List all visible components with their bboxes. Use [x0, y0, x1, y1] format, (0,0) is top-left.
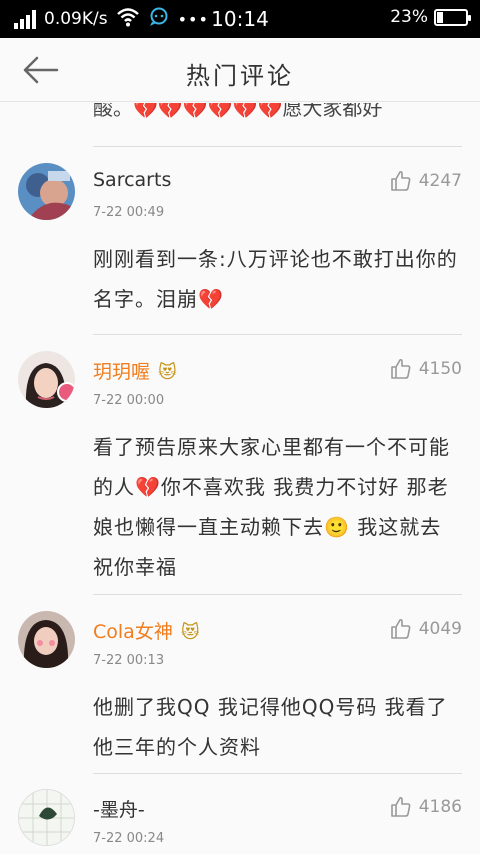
thumbs-up-icon	[390, 170, 411, 191]
commenter-name[interactable]: -墨舟-	[93, 795, 145, 822]
comment-text: 刚刚看到一条:八万评论也不敢打出你的名字。泪崩💔	[93, 247, 458, 311]
comment-text: 看了预告原来大家心里都有一个不可能的人💔你不喜欢我 我费力不讨好 那老娘也懒得一…	[93, 435, 450, 579]
previous-comment-text: 酸。💔💔💔💔💔💔愿大家都好	[93, 103, 383, 120]
thumbs-up-icon	[390, 796, 411, 817]
comment-item[interactable]: 玥玥喔 😻 7-22 00:00 4150 看了预告原来大家心里都有一个不可能的人…	[0, 335, 480, 595]
comment-list[interactable]: 酸。💔💔💔💔💔💔愿大家都好 Sarcarts 7-22 00:49 4247 刚…	[0, 103, 480, 854]
page-title: 热门评论	[186, 62, 294, 90]
like-count: 4186	[418, 797, 462, 817]
comment-item[interactable]: -墨舟- 7-22 00:24 4186	[0, 773, 480, 854]
avatar[interactable]	[18, 351, 75, 408]
like-count: 4150	[418, 359, 462, 379]
like-button[interactable]: 4247	[389, 169, 462, 193]
commenter-name[interactable]: Cola女神 😻	[93, 617, 200, 644]
battery-percent: 23%	[390, 7, 428, 27]
commenter-name[interactable]: 玥玥喔 😻	[93, 357, 177, 384]
comment-item[interactable]: Cola女神 😻 7-22 00:13 4049 他删了我QQ 我记得他QQ号码 …	[0, 595, 480, 775]
thumbs-up-icon	[390, 358, 411, 379]
comment-time: 7-22 00:49	[93, 205, 165, 220]
cat-heart-eyes-icon: 😻	[180, 622, 200, 643]
title-bar: 热门评论	[0, 38, 480, 102]
comment-item[interactable]: Sarcarts 7-22 00:49 4247 刚刚看到一条:八万评论也不敢打…	[0, 147, 480, 337]
avatar[interactable]	[18, 789, 75, 846]
like-button[interactable]: 4150	[389, 357, 462, 381]
avatar[interactable]	[18, 611, 75, 668]
like-count: 4049	[418, 619, 462, 639]
status-bar: 0.09K/s ••• 10:14 23%	[0, 0, 480, 38]
comment-text: 他删了我QQ 我记得他QQ号码 我看了他三年的个人资料	[93, 695, 448, 759]
vip-badge-icon	[57, 382, 75, 402]
like-count: 4247	[418, 171, 462, 191]
avatar[interactable]	[18, 163, 75, 220]
commenter-name[interactable]: Sarcarts	[93, 169, 171, 191]
thumbs-up-icon	[390, 618, 411, 639]
like-button[interactable]: 4049	[389, 617, 462, 641]
comment-time: 7-22 00:13	[93, 653, 165, 668]
comment-time: 7-22 00:24	[93, 831, 165, 846]
cat-heart-eyes-icon: 😻	[158, 362, 177, 383]
comment-time: 7-22 00:00	[93, 393, 165, 408]
like-button[interactable]: 4186	[389, 795, 462, 819]
previous-comment-tail: 酸。💔💔💔💔💔💔愿大家都好	[93, 103, 462, 147]
battery-icon	[434, 8, 471, 26]
